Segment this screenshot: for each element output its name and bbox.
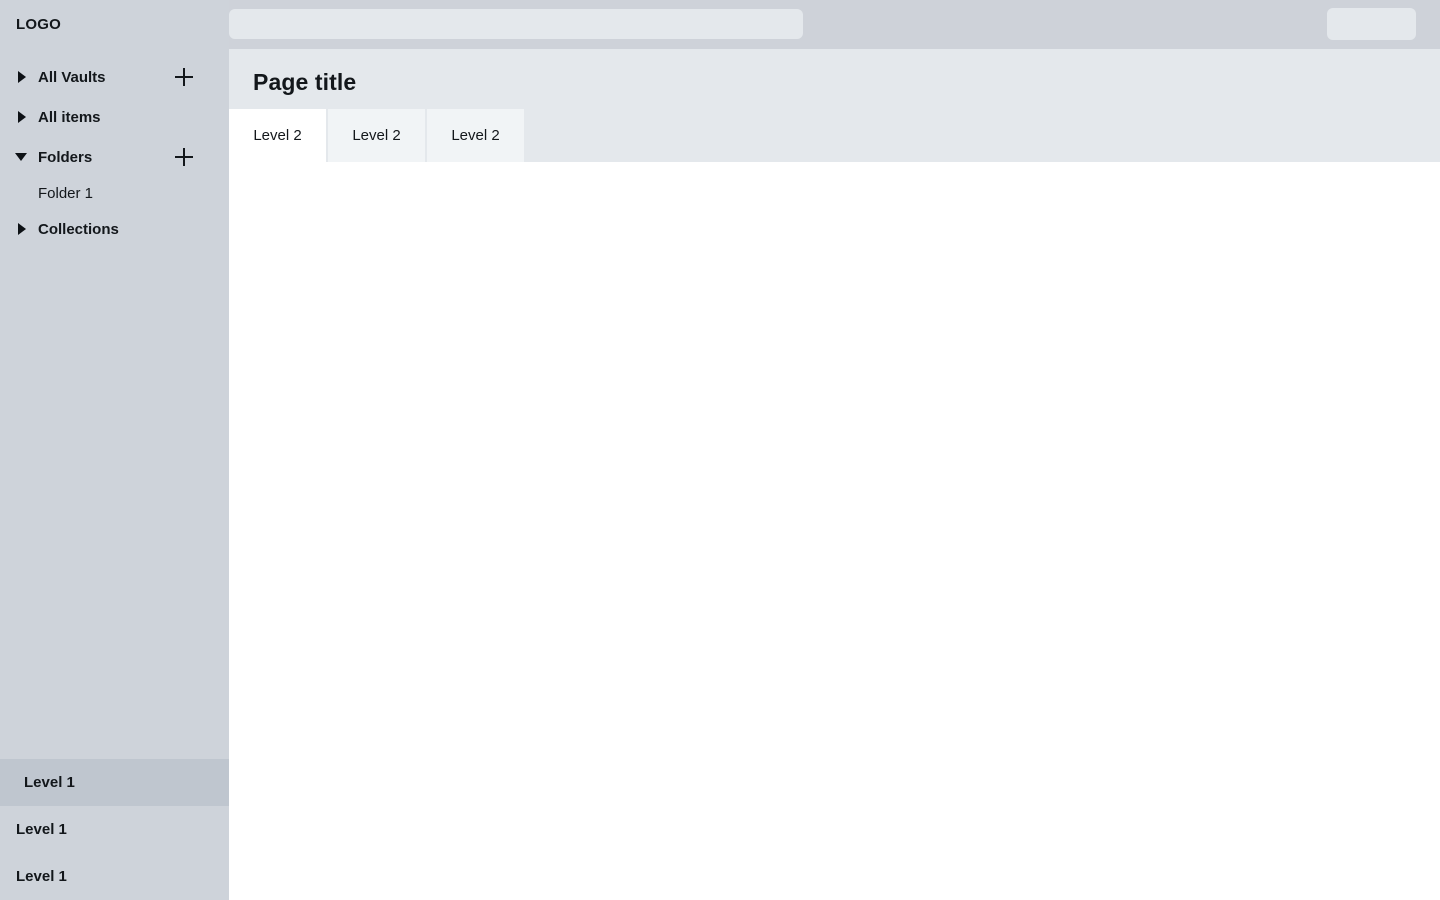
triangle-right-icon[interactable]: [16, 223, 28, 235]
topbar: [229, 0, 1440, 49]
tab-strip: Level 2 Level 2 Level 2: [229, 109, 1440, 162]
sidebar-item-collections[interactable]: Collections: [0, 209, 229, 249]
sidebar-item-label: All items: [38, 109, 101, 126]
sidebar-bottom-item-2[interactable]: Level 1: [0, 806, 229, 853]
sidebar-bottom-item-1[interactable]: Level 1: [0, 759, 229, 806]
sidebar-item-label: Folders: [38, 149, 92, 166]
tab-level-2-1[interactable]: Level 2: [229, 109, 326, 162]
sidebar-item-folders[interactable]: Folders: [0, 137, 229, 177]
main-content: Page title Level 2 Level 2 Level 2: [229, 49, 1440, 900]
triangle-right-icon[interactable]: [16, 71, 28, 83]
add-vault-icon[interactable]: [175, 68, 193, 86]
page-header: Page title Level 2 Level 2 Level 2: [229, 49, 1440, 162]
search-input[interactable]: [229, 9, 803, 39]
sidebar-item-label: Collections: [38, 221, 119, 238]
add-folder-icon[interactable]: [175, 148, 193, 166]
app-window: LOGO All Vaults All items Folders Folder…: [0, 0, 1440, 900]
sidebar-nav-tree: All Vaults All items Folders Folder 1 Co…: [0, 49, 229, 249]
sidebar-bottom-list: Level 1 Level 1 Level 1: [0, 759, 229, 900]
sidebar-item-all-vaults[interactable]: All Vaults: [0, 57, 229, 97]
account-button[interactable]: [1327, 8, 1416, 40]
tab-level-2-2[interactable]: Level 2: [328, 109, 425, 162]
tab-panel-content: [229, 162, 1440, 900]
sidebar-item-all-items[interactable]: All items: [0, 97, 229, 137]
sidebar-bottom-item-3[interactable]: Level 1: [0, 853, 229, 900]
logo[interactable]: LOGO: [0, 0, 229, 49]
triangle-down-icon[interactable]: [16, 151, 28, 163]
sidebar-item-label: All Vaults: [38, 69, 106, 86]
tab-level-2-3[interactable]: Level 2: [427, 109, 524, 162]
sidebar-spacer: [0, 249, 229, 759]
triangle-right-icon[interactable]: [16, 111, 28, 123]
page-title: Page title: [253, 69, 356, 96]
sidebar-item-folder-1[interactable]: Folder 1: [0, 177, 229, 209]
sidebar: LOGO All Vaults All items Folders Folder…: [0, 0, 229, 900]
